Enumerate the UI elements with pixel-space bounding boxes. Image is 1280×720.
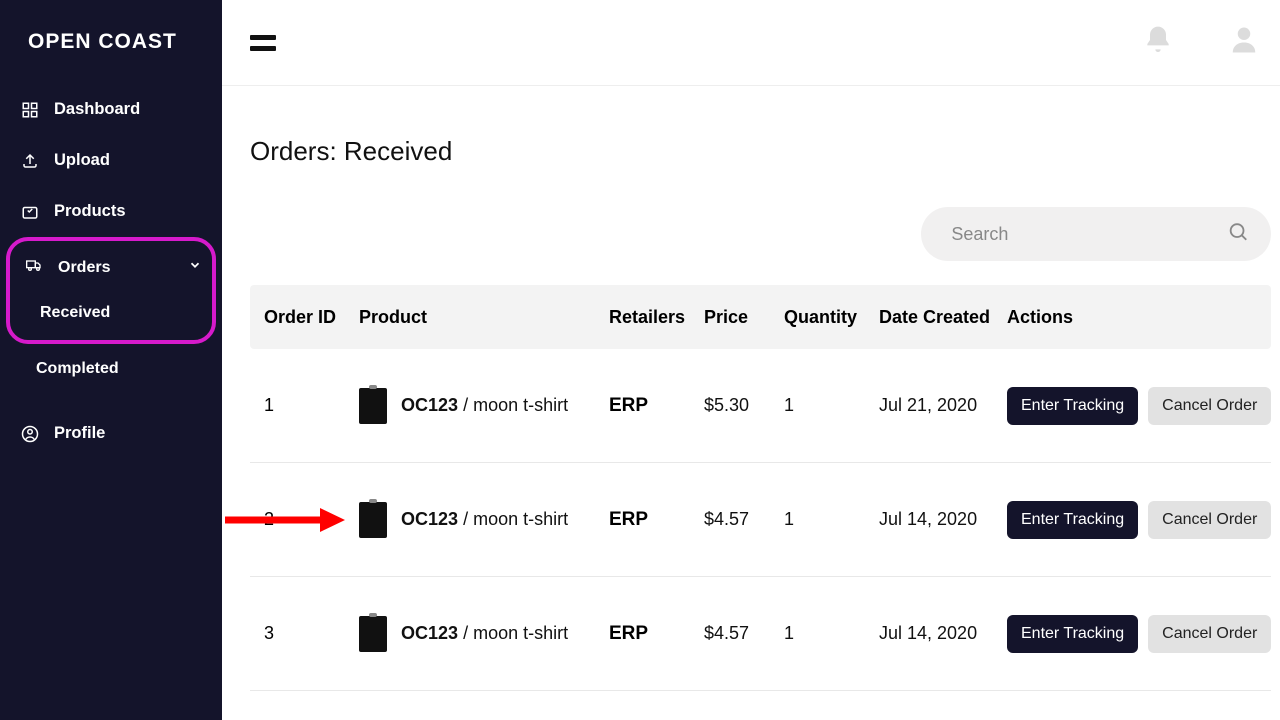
profile-icon [20, 425, 40, 443]
cell-sku: OC123 [401, 623, 458, 643]
enter-tracking-button[interactable]: Enter Tracking [1007, 501, 1138, 539]
sidebar-item-label: Orders [58, 259, 110, 277]
cell-price: $5.30 [704, 395, 784, 416]
col-date: Date Created [879, 307, 1007, 328]
cell-qty: 1 [784, 395, 879, 416]
product-thumb-icon [359, 616, 387, 652]
cell-date: Jul 21, 2020 [879, 395, 1007, 416]
sidebar-item-label: Upload [54, 151, 110, 170]
upload-icon [20, 152, 40, 170]
sidebar-item-products[interactable]: Products [0, 186, 222, 237]
bell-icon[interactable] [1142, 23, 1174, 62]
search-input[interactable] [921, 207, 1271, 261]
product-thumb-icon [359, 388, 387, 424]
brand-logo: OPEN COAST [0, 0, 222, 84]
table-row: 2 OC123 / moon t-shirt ERP $4.57 1 Jul 1… [250, 463, 1271, 577]
cancel-order-button[interactable]: Cancel Order [1148, 501, 1271, 539]
cell-order-id: 2 [264, 509, 359, 530]
topbar [222, 0, 1280, 86]
col-order-id: Order ID [264, 307, 359, 328]
enter-tracking-button[interactable]: Enter Tracking [1007, 615, 1138, 653]
cell-retailer: ERP [609, 395, 704, 417]
table-header-row: Order ID Product Retailers Price Quantit… [250, 285, 1271, 349]
col-quantity: Quantity [784, 307, 879, 328]
cell-qty: 1 [784, 509, 879, 530]
main-content: Orders: Received Order ID Product Retail… [222, 0, 1280, 720]
col-price: Price [704, 307, 784, 328]
table-row: 3 OC123 / moon t-shirt ERP $4.57 1 Jul 1… [250, 577, 1271, 691]
sidebar-item-label: Profile [54, 424, 105, 443]
user-icon[interactable] [1229, 24, 1259, 61]
enter-tracking-button[interactable]: Enter Tracking [1007, 387, 1138, 425]
search-icon[interactable] [1227, 221, 1249, 248]
col-product: Product [359, 307, 609, 328]
sidebar-item-orders[interactable]: Orders [10, 243, 212, 292]
cell-price: $4.57 [704, 623, 784, 644]
cell-order-id: 1 [264, 395, 359, 416]
col-retailers: Retailers [609, 307, 704, 328]
dashboard-icon [20, 101, 40, 119]
product-thumb-icon [359, 502, 387, 538]
cell-sku: OC123 [401, 395, 458, 415]
orders-highlight-annotation: Orders Received [6, 237, 216, 344]
cell-date: Jul 14, 2020 [879, 623, 1007, 644]
cell-qty: 1 [784, 623, 879, 644]
cell-product-name: / moon t-shirt [463, 395, 568, 415]
cell-price: $4.57 [704, 509, 784, 530]
page-title: Orders: Received [250, 136, 1271, 167]
orders-table: Order ID Product Retailers Price Quantit… [250, 285, 1271, 691]
sidebar-item-upload[interactable]: Upload [0, 135, 222, 186]
cell-sku: OC123 [401, 509, 458, 529]
sidebar-subitem-label: Completed [36, 360, 119, 377]
chevron-down-icon [188, 258, 202, 277]
cell-product-name: / moon t-shirt [463, 623, 568, 643]
cancel-order-button[interactable]: Cancel Order [1148, 615, 1271, 653]
sidebar-subitem-received[interactable]: Received [10, 292, 212, 334]
sidebar-item-profile[interactable]: Profile [0, 408, 222, 459]
col-actions: Actions [1007, 307, 1271, 328]
products-icon [20, 203, 40, 221]
cell-retailer: ERP [609, 623, 704, 645]
table-row: 1 OC123 / moon t-shirt ERP $5.30 1 Jul 2… [250, 349, 1271, 463]
cell-retailer: ERP [609, 509, 704, 531]
cell-product-name: / moon t-shirt [463, 509, 568, 529]
sidebar-subitem-completed[interactable]: Completed [0, 348, 222, 390]
sidebar-subitem-label: Received [40, 304, 110, 321]
cell-date: Jul 14, 2020 [879, 509, 1007, 530]
sidebar-item-label: Dashboard [54, 100, 140, 119]
sidebar-item-dashboard[interactable]: Dashboard [0, 84, 222, 135]
menu-toggle-icon[interactable] [250, 34, 280, 52]
sidebar-item-label: Products [54, 202, 126, 221]
cell-order-id: 3 [264, 623, 359, 644]
truck-icon [24, 257, 44, 278]
cancel-order-button[interactable]: Cancel Order [1148, 387, 1271, 425]
sidebar: OPEN COAST Dashboard Upload Products [0, 0, 222, 720]
